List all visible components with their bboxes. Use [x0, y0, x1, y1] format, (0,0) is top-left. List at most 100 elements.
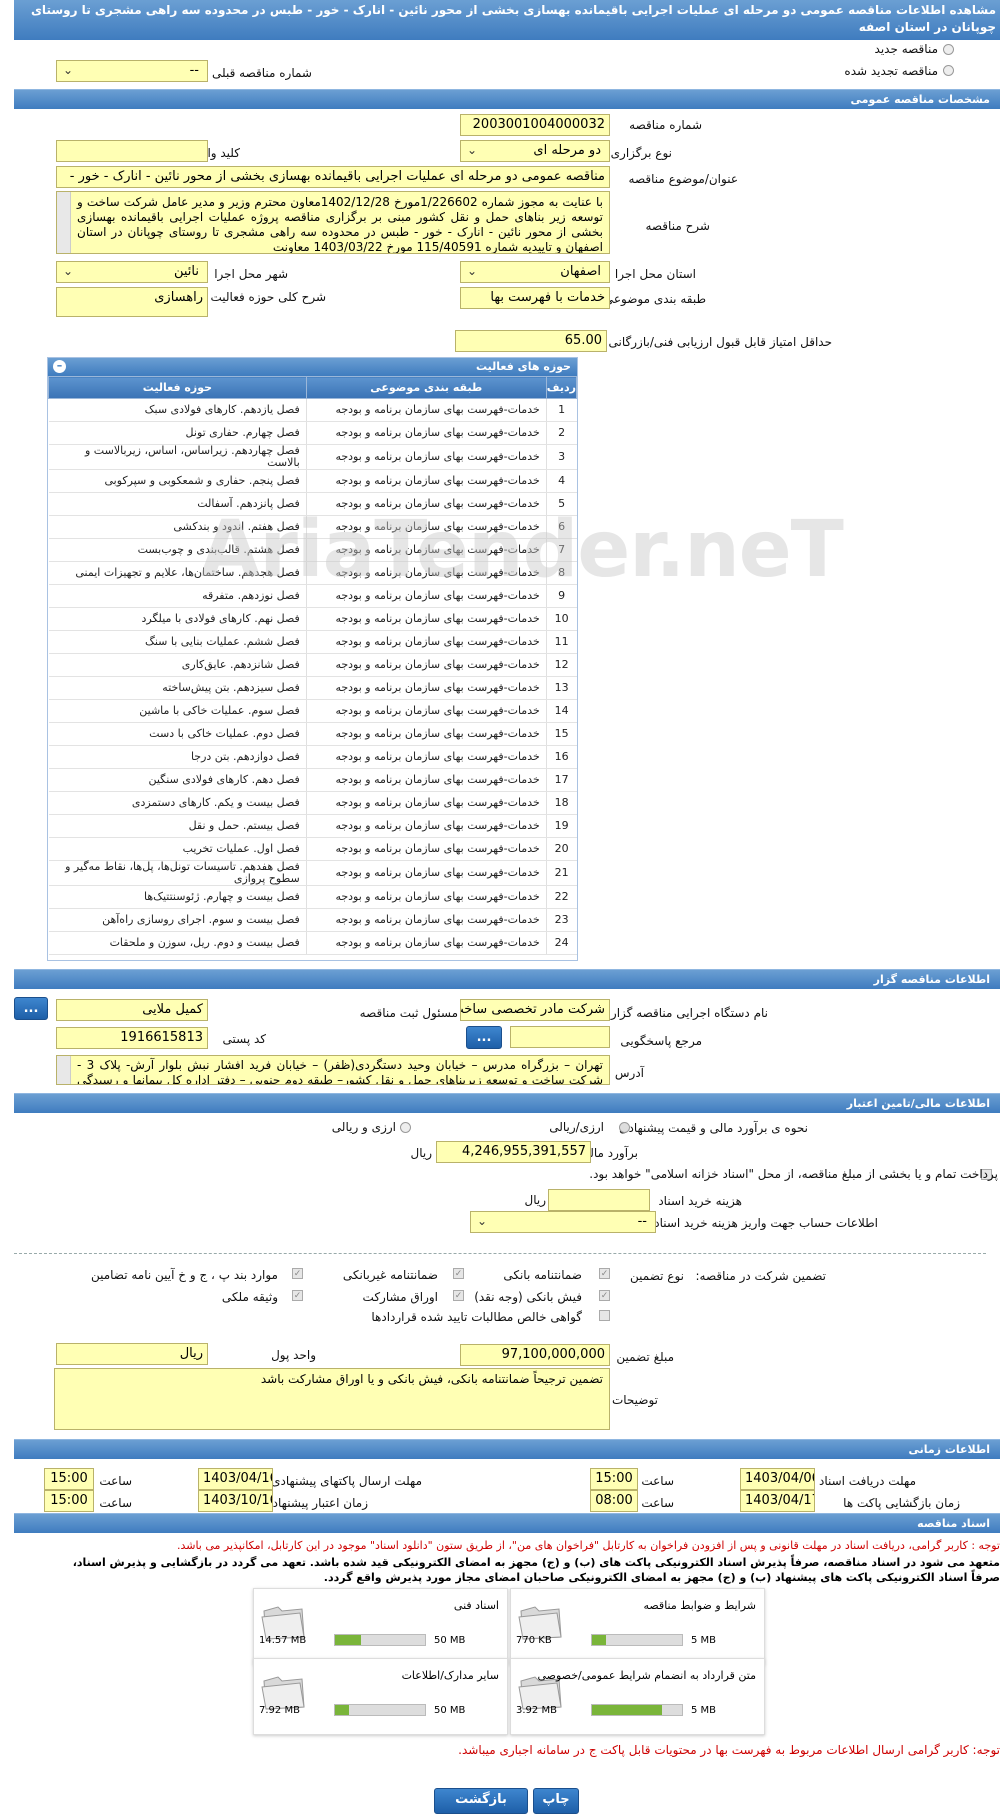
- divider: [14, 1253, 986, 1254]
- doc-deadline-time[interactable]: 15:00: [590, 1468, 638, 1490]
- new-tender-radio[interactable]: [943, 44, 954, 55]
- document-card[interactable]: شرایط و ضوابط مناقصه 5 MB 770 KB: [510, 1588, 765, 1665]
- currency-unit-field[interactable]: ریال: [56, 1343, 208, 1365]
- account-select[interactable]: ⌄ --: [470, 1211, 656, 1233]
- cell-activity: فصل بیستم. حمل و نقل: [48, 814, 307, 838]
- document-progress-bar: [334, 1704, 426, 1716]
- doc-cost-field[interactable]: [548, 1189, 650, 1211]
- min-score-field[interactable]: 65.00: [455, 330, 607, 352]
- document-card[interactable]: اسناد فنی 50 MB 14.57 MB: [253, 1588, 508, 1665]
- ref-more-button[interactable]: ...: [466, 1026, 502, 1049]
- financial-section-header: اطلاعات مالی/تامین اعتبار: [14, 1093, 1000, 1113]
- new-tender-label: مناقصه جدید: [874, 42, 938, 56]
- validity-date[interactable]: 1403/10/16: [198, 1490, 273, 1512]
- description-textarea[interactable]: با عنایت به مجوز شماره 1/226602مورخ 1402…: [56, 191, 610, 254]
- notes-label: توضیحات: [611, 1393, 658, 1407]
- cell-category: خدمات-فهرست بهای سازمان برنامه و بودجه: [305, 814, 547, 838]
- cell-category: خدمات-فهرست بهای سازمان برنامه و بودجه: [305, 722, 547, 746]
- activity-table: ردیف طبقه بندی موضوعی حوزه فعالیت 1 خدمات…: [48, 376, 577, 955]
- category-field[interactable]: خدمات با فهرست بها: [460, 287, 610, 309]
- prev-number-select[interactable]: ⌄ --: [56, 60, 208, 82]
- doc-deadline-date[interactable]: 1403/04/06: [740, 1468, 815, 1490]
- validity-time[interactable]: 15:00: [44, 1490, 94, 1512]
- scrollbar[interactable]: [57, 1056, 71, 1084]
- document-name: متن قرارداد به انضمام شرایط عمومی/خصوصی: [537, 1669, 756, 1682]
- table-row: 18 خدمات-فهرست بهای سازمان برنامه و بودجه…: [48, 791, 577, 815]
- address-textarea[interactable]: تهران – بزرگراه مدرس – خیابان وحید دستگر…: [56, 1055, 610, 1085]
- amount-field[interactable]: 97,100,000,000: [460, 1344, 610, 1366]
- general-section-header: مشخصات مناقصه عمومی: [14, 89, 1000, 109]
- ref-field[interactable]: [510, 1026, 610, 1048]
- cell-activity: فصل بیست و دوم. ریل، سوزن و ملحقات: [48, 931, 307, 955]
- renewed-tender-radio[interactable]: [943, 65, 954, 76]
- validity-label: زمان اعتبار پیشنهاد: [272, 1496, 368, 1510]
- document-max-size: 50 MB: [434, 1635, 466, 1646]
- ref-label: مرجع پاسخگویی: [620, 1034, 702, 1048]
- cell-row-number: 21: [545, 860, 577, 886]
- tender-number-field[interactable]: 2003001004000032: [460, 114, 610, 136]
- registrar-more-button[interactable]: ...: [14, 997, 48, 1020]
- open-time[interactable]: 08:00: [590, 1490, 638, 1512]
- send-deadline-label: مهلت ارسال پاکتهای پیشنهادی: [271, 1474, 422, 1488]
- collapse-icon[interactable]: –: [53, 360, 66, 373]
- cell-row-number: 10: [545, 607, 577, 631]
- g-bank-checkbox: ✓: [599, 1268, 610, 1279]
- estimate-field[interactable]: 4,246,955,391,557: [436, 1141, 591, 1163]
- doc-deadline-label: مهلت دریافت اسناد: [818, 1474, 916, 1488]
- cell-activity: فصل هفدهم. تاسیسات تونل‌ها، پل‌ها، نقاط …: [48, 860, 307, 886]
- cell-category: خدمات-فهرست بهای سازمان برنامه و بودجه: [305, 699, 547, 723]
- documents-note-4: توجه: کاربر گرامی ارسال اطلاعات مربوط به…: [458, 1743, 1000, 1757]
- document-name: اسناد فنی: [453, 1599, 499, 1612]
- cell-category: خدمات-فهرست بهای سازمان برنامه و بودجه: [305, 421, 547, 445]
- notes-textarea[interactable]: تضمین ترجیحاً ضمانتنامه بانکی، فیش بانکی…: [54, 1368, 610, 1430]
- table-row: 4 خدمات-فهرست بهای سازمان برنامه و بودجه ف…: [48, 469, 577, 493]
- subject-field[interactable]: مناقصه عمومی دو مرحله ای عملیات اجرایی ب…: [56, 166, 610, 188]
- currency-radio[interactable]: [400, 1122, 411, 1133]
- cell-row-number: 12: [545, 653, 577, 677]
- g-claims-checkbox: [599, 1310, 610, 1321]
- org-field[interactable]: شرکت مادر تخصصی ساخت: [460, 999, 610, 1021]
- document-card[interactable]: متن قرارداد به انضمام شرایط عمومی/خصوصی 5…: [510, 1658, 765, 1735]
- documents-note-3: صرفاً اسناد الکترونیکی پاکت های پیشنهاد …: [323, 1571, 1000, 1584]
- table-row: 14 خدمات-فهرست بهای سازمان برنامه و بودجه…: [48, 699, 577, 723]
- document-card[interactable]: سایر مدارک/اطلاعات 50 MB 7.92 MB: [253, 1658, 508, 1735]
- province-select[interactable]: ⌄ اصفهان: [460, 261, 610, 283]
- holding-type-select[interactable]: ⌄ دو مرحله ای: [460, 140, 610, 162]
- send-deadline-time[interactable]: 15:00: [44, 1468, 94, 1490]
- cell-row-number: 11: [545, 630, 577, 654]
- cell-activity: فصل دوم. عملیات خاکی با دست: [48, 722, 307, 746]
- table-row: 21 خدمات-فهرست بهای سازمان برنامه و بودجه…: [48, 860, 577, 886]
- postal-field[interactable]: 1916615813: [56, 1027, 208, 1049]
- g-nonbank-checkbox: ✓: [453, 1268, 464, 1279]
- renewed-tender-label: مناقصه تجدید شده: [844, 64, 938, 78]
- send-deadline-date[interactable]: 1403/04/16: [198, 1468, 273, 1490]
- category-label: طبقه بندی موضوعی: [603, 292, 706, 306]
- cell-category: خدمات-فهرست بهای سازمان برنامه و بودجه: [305, 630, 547, 654]
- description-label: شرح مناقصه: [645, 219, 710, 233]
- treasury-note: پرداخت تمام و یا بخشی از مبلغ مناقصه، از…: [589, 1167, 998, 1181]
- estimate-type-label: نحوه ی برآورد مالی و قیمت پیشنهادی: [619, 1121, 808, 1135]
- keyword-field[interactable]: [56, 140, 208, 162]
- activity-desc-field[interactable]: راهسازی: [56, 287, 208, 317]
- city-select[interactable]: ⌄ نائین: [56, 261, 208, 283]
- validity-time-label: ساعت: [99, 1496, 132, 1510]
- rial-radio[interactable]: [619, 1122, 630, 1133]
- cell-row-number: 18: [545, 791, 577, 815]
- cell-row-number: 16: [545, 745, 577, 769]
- scrollbar[interactable]: [57, 192, 71, 253]
- chevron-down-icon: ⌄: [477, 1214, 488, 1228]
- account-label: اطلاعات حساب جهت واریز هزینه خرید اسناد: [654, 1216, 878, 1230]
- cell-category: خدمات-فهرست بهای سازمان برنامه و بودجه: [305, 908, 547, 932]
- cell-row-number: 23: [545, 908, 577, 932]
- back-button[interactable]: بازگشت: [434, 1788, 528, 1814]
- document-progress-bar: [334, 1634, 426, 1646]
- print-button[interactable]: چاپ: [533, 1788, 579, 1814]
- prev-number-label: شماره مناقصه قبلی: [212, 66, 312, 80]
- registrar-field[interactable]: کمیل ملایی: [56, 999, 208, 1021]
- open-date[interactable]: 1403/04/17: [740, 1490, 815, 1512]
- document-progress-bar: [591, 1634, 683, 1646]
- timing-section-header: اطلاعات زمانی: [14, 1439, 1000, 1459]
- currency-unit-label: واحد پول: [271, 1348, 316, 1362]
- postal-label: کد پستی: [222, 1032, 267, 1046]
- cell-row-number: 17: [545, 768, 577, 792]
